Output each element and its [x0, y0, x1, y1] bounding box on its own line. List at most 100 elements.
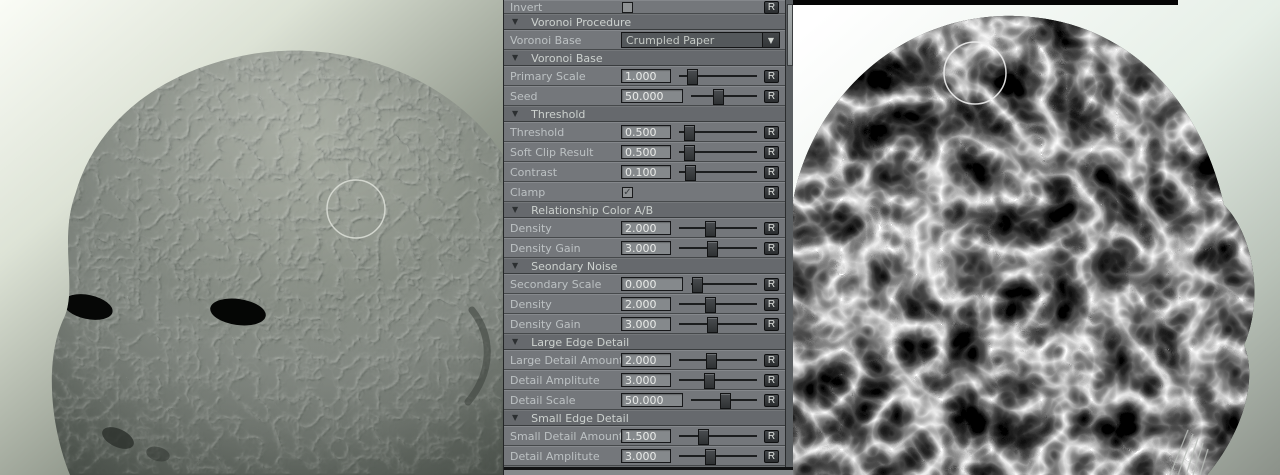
- reset-button[interactable]: R: [764, 278, 779, 291]
- section-header[interactable]: ▼Threshold: [504, 106, 785, 122]
- slider-thumb[interactable]: [713, 89, 724, 105]
- slider-track[interactable]: [679, 379, 757, 381]
- value-field[interactable]: [621, 449, 671, 463]
- param-slider[interactable]: [679, 144, 757, 160]
- value-field[interactable]: [621, 165, 671, 179]
- checkbox[interactable]: [622, 2, 633, 13]
- param-slider[interactable]: [679, 296, 757, 312]
- reset-button[interactable]: R: [764, 126, 779, 139]
- param-row: Detail Amplitute R: [504, 446, 785, 466]
- value-field[interactable]: [621, 297, 671, 311]
- slider-thumb[interactable]: [706, 353, 717, 369]
- slider-track[interactable]: [679, 303, 757, 305]
- collapse-arrow-icon[interactable]: ▼: [512, 338, 518, 346]
- slider-thumb[interactable]: [707, 241, 718, 257]
- value-field[interactable]: [621, 317, 671, 331]
- reset-button[interactable]: R: [764, 318, 779, 331]
- param-slider[interactable]: [691, 392, 757, 408]
- section-header[interactable]: ▼ Seondary Noise: [504, 258, 785, 274]
- checkbox[interactable]: ✓: [622, 187, 633, 198]
- reset-button[interactable]: R: [764, 394, 779, 407]
- reset-button[interactable]: R: [764, 222, 779, 235]
- collapse-arrow-icon[interactable]: ▼: [512, 414, 518, 422]
- value-field[interactable]: [621, 221, 671, 235]
- reset-button[interactable]: R: [764, 354, 779, 367]
- param-row: ThresholdR: [504, 122, 785, 142]
- value-field[interactable]: [621, 393, 683, 407]
- value-field[interactable]: [621, 241, 671, 255]
- value-field[interactable]: [621, 277, 683, 291]
- reset-button[interactable]: R: [764, 298, 779, 311]
- param-slider[interactable]: [691, 276, 757, 292]
- value-field[interactable]: [621, 373, 671, 387]
- reset-button[interactable]: R: [764, 146, 779, 159]
- collapse-arrow-icon[interactable]: ▼: [512, 110, 518, 118]
- value-field[interactable]: [621, 89, 683, 103]
- section-header[interactable]: ▼Voronoi Procedure: [504, 14, 785, 30]
- dropdown-arrow-icon[interactable]: ▼: [762, 33, 779, 47]
- reset-button[interactable]: R: [764, 70, 779, 83]
- voronoi-base-dropdown[interactable]: Crumpled Paper▼: [621, 32, 780, 48]
- sculpt-head-render: [0, 0, 503, 475]
- param-slider[interactable]: [679, 220, 757, 236]
- section-label: Seondary Noise: [531, 260, 617, 273]
- collapse-arrow-icon[interactable]: ▼: [512, 18, 518, 26]
- value-field[interactable]: [621, 353, 671, 367]
- reset-button[interactable]: R: [764, 242, 779, 255]
- reset-button[interactable]: R: [764, 1, 779, 14]
- reset-button[interactable]: R: [764, 430, 779, 443]
- section-header[interactable]: ▼Relationship Color A/B: [504, 202, 785, 218]
- panel-rows: InvertR▼Voronoi ProcedureVoronoi BaseCru…: [504, 0, 785, 467]
- slider-track[interactable]: [679, 323, 757, 325]
- slider-thumb[interactable]: [720, 393, 731, 409]
- collapse-arrow-icon[interactable]: ▼: [512, 206, 518, 214]
- reset-button[interactable]: R: [764, 166, 779, 179]
- slider-thumb[interactable]: [704, 373, 715, 389]
- value-field[interactable]: [621, 145, 671, 159]
- slider-thumb[interactable]: [685, 165, 696, 181]
- section-header[interactable]: ▼Voronoi Base: [504, 50, 785, 66]
- param-row: DensityR: [504, 218, 785, 238]
- slider-thumb[interactable]: [707, 317, 718, 333]
- value-field[interactable]: [621, 69, 671, 83]
- texture-viewport[interactable]: [792, 0, 1280, 475]
- slider-track[interactable]: [679, 247, 757, 249]
- slider-thumb[interactable]: [687, 69, 698, 85]
- slider-thumb[interactable]: [705, 449, 716, 465]
- param-slider[interactable]: [679, 68, 757, 84]
- reset-button[interactable]: R: [764, 186, 779, 199]
- settings-panel: InvertR▼Voronoi ProcedureVoronoi BaseCru…: [503, 0, 792, 475]
- slider-track[interactable]: [679, 359, 757, 361]
- slider-thumb[interactable]: [684, 125, 695, 141]
- slider-thumb[interactable]: [692, 277, 703, 293]
- slider-thumb[interactable]: [698, 429, 709, 445]
- slider-thumb[interactable]: [705, 221, 716, 237]
- slider-track[interactable]: [679, 227, 757, 229]
- param-slider[interactable]: [679, 352, 757, 368]
- slider-track[interactable]: [679, 455, 757, 457]
- param-slider[interactable]: [691, 88, 757, 104]
- sculpt-viewport[interactable]: [0, 0, 503, 475]
- param-slider[interactable]: [679, 448, 757, 464]
- reset-button[interactable]: R: [764, 450, 779, 463]
- section-header[interactable]: ▼Small Edge Detail: [504, 410, 785, 426]
- value-field[interactable]: [621, 125, 671, 139]
- value-field[interactable]: [621, 429, 671, 443]
- param-slider[interactable]: [679, 428, 757, 444]
- collapse-arrow-icon[interactable]: ▼: [512, 54, 518, 62]
- param-slider[interactable]: [679, 240, 757, 256]
- reset-button[interactable]: R: [764, 90, 779, 103]
- collapse-arrow-icon[interactable]: ▼: [512, 262, 518, 270]
- param-slider[interactable]: [679, 164, 757, 180]
- slider-thumb[interactable]: [684, 145, 695, 161]
- param-slider[interactable]: [679, 316, 757, 332]
- param-label: Detail Amplitute: [510, 450, 621, 463]
- reset-button[interactable]: R: [764, 374, 779, 387]
- scrollbar-thumb[interactable]: [787, 4, 793, 66]
- slider-thumb[interactable]: [705, 297, 716, 313]
- param-slider[interactable]: [679, 124, 757, 140]
- section-header[interactable]: ▼Large Edge Detail: [504, 334, 785, 350]
- slider-track[interactable]: [679, 435, 757, 437]
- param-slider[interactable]: [679, 372, 757, 388]
- panel-scrollbar[interactable]: [785, 0, 793, 467]
